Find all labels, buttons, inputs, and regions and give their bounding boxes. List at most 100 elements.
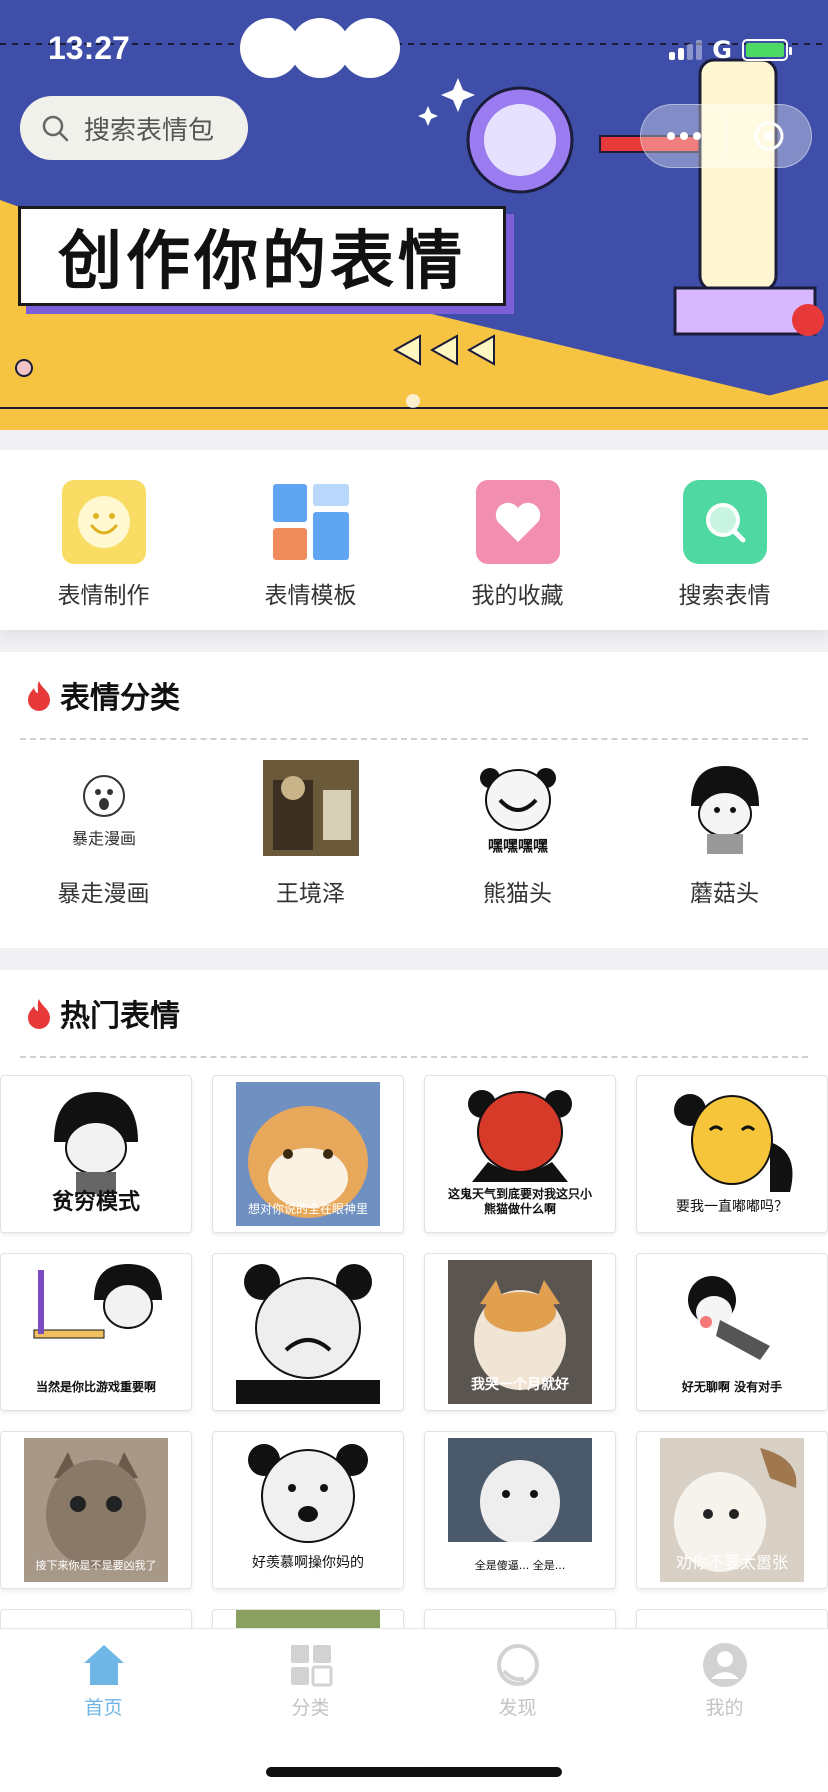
search-icon	[682, 480, 767, 564]
network-type: G	[712, 36, 732, 64]
search-icon	[42, 115, 69, 142]
flame-icon	[28, 999, 50, 1029]
signal-icon	[669, 40, 703, 60]
emoji-caption: 想对你说的全在眼神里	[247, 1201, 368, 1216]
tab-home[interactable]: 首页	[0, 1629, 207, 1739]
tab-label: 我的	[705, 1697, 744, 1719]
emoji-image	[236, 1260, 380, 1404]
emoji-image: 这鬼天气到底要对我这只小熊猫做什么啊	[448, 1082, 592, 1226]
category-list: 暴走漫画 暴走漫画 王境泽 嘿嘿嘿嘿 熊猫头 蘑菇头	[0, 740, 828, 908]
banner-headline: 创作你的表情	[58, 225, 466, 299]
search-placeholder: 搜索表情包	[84, 115, 215, 146]
quick-nav-make-emoji[interactable]: 表情制作	[0, 450, 207, 630]
quick-nav-label: 我的收藏	[471, 583, 564, 609]
section-header: 热门表情	[0, 970, 828, 1056]
thumb-caption: 暴走漫画	[71, 829, 135, 848]
heart-icon	[475, 480, 560, 564]
category-label: 蘑菇头	[690, 881, 759, 907]
status-indicators: G	[669, 36, 792, 64]
emoji-card[interactable]: 我哭一个月就好	[424, 1253, 616, 1411]
flame-icon	[28, 681, 50, 711]
category-icon	[290, 1645, 332, 1687]
emoji-caption: 当然是你比游戏重要啊	[35, 1379, 156, 1394]
emoji-card[interactable]: 好无聊啊 没有对手	[636, 1253, 828, 1411]
quick-nav-label: 搜索表情	[678, 583, 771, 609]
emoji-image: 当然是你比游戏重要啊	[24, 1260, 168, 1404]
category-section: 表情分类 暴走漫画 暴走漫画 王境泽 嘿嘿嘿嘿 熊猫头 蘑菇头	[0, 652, 828, 948]
emoji-caption: 这鬼天气到底要对我这只小熊猫做什么啊	[448, 1187, 592, 1216]
tab-label: 分类	[291, 1697, 330, 1719]
emoji-grid-row: 贫穷模式 想对你说的全在眼神里 这鬼天气到底要对我这只小熊猫做什么啊 要我一直嘟…	[0, 1075, 828, 1233]
category-label: 熊猫头	[483, 881, 552, 907]
emoji-caption: 劝你不要太嚣张	[675, 1552, 788, 1572]
category-thumbnail: 暴走漫画	[56, 760, 152, 856]
emoji-card[interactable]: 接下来你是不是要凶我了	[0, 1431, 192, 1589]
category-item[interactable]: 嘿嘿嘿嘿 熊猫头	[414, 760, 621, 908]
emoji-caption: 贫穷模式	[51, 1189, 140, 1215]
discover-icon	[496, 1644, 539, 1686]
emoji-card[interactable]: 好羡慕啊操你妈的	[212, 1431, 404, 1589]
emoji-image: 好羡慕啊操你妈的	[236, 1438, 380, 1582]
banner-headline-box: 创作你的表情	[18, 206, 506, 306]
emoji-image: 接下来你是不是要凶我了	[24, 1438, 168, 1582]
emoji-image: 想对你说的全在眼神里	[236, 1082, 380, 1226]
category-thumbnail	[677, 760, 773, 856]
profile-icon	[702, 1643, 747, 1687]
smile-face-icon	[61, 480, 146, 564]
hero-banner[interactable]: 13:27 G 搜索表情包 创作你的表情	[0, 0, 828, 430]
emoji-card[interactable]: 这鬼天气到底要对我这只小熊猫做什么啊	[424, 1075, 616, 1233]
category-item[interactable]: 王境泽	[207, 760, 414, 908]
target-circle-icon	[754, 121, 784, 151]
section-divider	[20, 1056, 808, 1058]
template-grid-icon	[269, 480, 353, 564]
category-item[interactable]: 蘑菇头	[621, 760, 828, 908]
status-bar: 13:27 G	[0, 0, 828, 100]
emoji-image: 劝你不要太嚣张	[660, 1438, 804, 1582]
emoji-card[interactable]: 要我一直嘟嘟吗？	[636, 1075, 828, 1233]
category-item[interactable]: 暴走漫画 暴走漫画	[0, 760, 207, 908]
category-thumbnail	[262, 760, 359, 856]
quick-nav: 表情制作 表情模板 我的收藏 搜索表情	[0, 450, 828, 630]
emoji-image: 好无聊啊 没有对手	[660, 1260, 804, 1404]
section-title: 表情分类	[60, 681, 180, 716]
tab-label: 首页	[84, 1697, 123, 1719]
emoji-image: 我哭一个月就好	[448, 1260, 592, 1404]
emoji-card[interactable]	[212, 1253, 404, 1411]
emoji-card[interactable]: 想对你说的全在眼神里	[212, 1075, 404, 1233]
quick-nav-label: 表情制作	[57, 583, 150, 609]
thumb-caption: 嘿嘿嘿嘿	[487, 837, 547, 855]
close-miniprogram-button[interactable]	[727, 119, 811, 153]
emoji-caption: 我哭一个月就好	[471, 1377, 569, 1394]
battery-icon	[742, 39, 792, 61]
status-time: 13:27	[48, 30, 130, 66]
quick-nav-templates[interactable]: 表情模板	[207, 450, 414, 630]
carousel-indicator[interactable]	[406, 394, 420, 408]
category-thumbnail: 嘿嘿嘿嘿	[470, 760, 566, 856]
emoji-card[interactable]: 劝你不要太嚣张	[636, 1431, 828, 1589]
more-options-button[interactable]	[641, 132, 726, 140]
category-label: 王境泽	[276, 881, 345, 907]
quick-nav-search[interactable]: 搜索表情	[621, 450, 828, 630]
emoji-caption: 全是傻逼... 全是...	[474, 1558, 566, 1572]
tab-discover[interactable]: 发现	[414, 1629, 621, 1739]
emoji-caption: 接下来你是不是要凶我了	[35, 1558, 157, 1572]
home-indicator	[266, 1767, 562, 1777]
search-bar[interactable]: 搜索表情包	[20, 96, 248, 160]
quick-nav-favorites[interactable]: 我的收藏	[414, 450, 621, 630]
category-label: 暴走漫画	[57, 881, 150, 907]
emoji-grid-row: 当然是你比游戏重要啊 我哭一个月就好 好无聊啊 没有对手	[0, 1253, 828, 1411]
section-header: 表情分类	[0, 652, 828, 738]
quick-nav-label: 表情模板	[264, 583, 357, 609]
emoji-card[interactable]: 全是傻逼... 全是...	[424, 1431, 616, 1589]
tab-category[interactable]: 分类	[207, 1629, 414, 1739]
emoji-caption: 好羡慕啊操你妈的	[252, 1555, 364, 1572]
emoji-image: 全是傻逼... 全是...	[448, 1438, 592, 1582]
bottom-tab-bar: 首页 分类 发现 我的	[0, 1628, 828, 1792]
emoji-grid-row: 接下来你是不是要凶我了 好羡慕啊操你妈的 全是傻逼... 全是... 劝你不要太…	[0, 1431, 828, 1589]
tab-profile[interactable]: 我的	[621, 1629, 828, 1739]
emoji-card[interactable]: 当然是你比游戏重要啊	[0, 1253, 192, 1411]
emoji-card[interactable]: 贫穷模式	[0, 1075, 192, 1233]
section-title: 热门表情	[60, 999, 180, 1034]
emoji-image: 贫穷模式	[24, 1082, 168, 1226]
tab-list: 首页 分类 发现 我的	[0, 1629, 828, 1739]
